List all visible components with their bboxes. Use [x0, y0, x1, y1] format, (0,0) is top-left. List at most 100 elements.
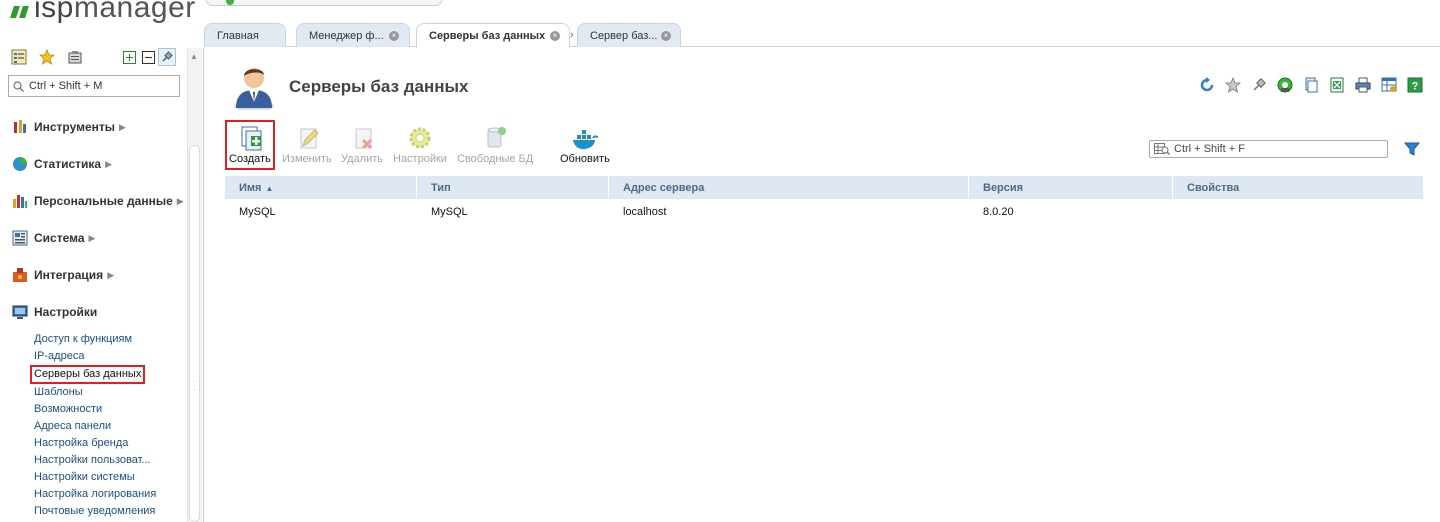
- column-header-name[interactable]: Имя ▲: [225, 176, 417, 199]
- table-row[interactable]: MySQL MySQL localhost 8.0.20: [225, 200, 1424, 224]
- close-tab-icon[interactable]: ×: [661, 31, 671, 41]
- edit-pencil-icon: [300, 128, 319, 149]
- system-icon: [12, 230, 28, 246]
- column-header-server-address[interactable]: Адрес сервера: [609, 176, 969, 199]
- chevron-right-icon: ▶: [88, 232, 96, 243]
- menu-section-label: Интеграция: [34, 268, 104, 282]
- menu-section-settings[interactable]: Настройки: [12, 303, 192, 321]
- free-db-button[interactable]: Свободные БД: [457, 122, 533, 172]
- column-label: Адрес сервера: [623, 182, 705, 194]
- submenu-item-templates[interactable]: Шаблоны: [34, 384, 192, 401]
- column-label: Имя: [239, 182, 262, 194]
- export-excel-icon[interactable]: [1328, 76, 1346, 94]
- submenu-item-brand-settings[interactable]: Настройка бренда: [34, 435, 192, 452]
- tool-label: Свободные БД: [457, 153, 534, 165]
- tab-label: Главная: [217, 30, 259, 42]
- submenu-item-database-servers[interactable]: Серверы баз данных: [30, 365, 146, 384]
- menu-section-label: Персональные данные: [34, 194, 173, 208]
- logo-mark-icon: [10, 6, 32, 18]
- menu-search-field[interactable]: [8, 75, 180, 97]
- column-header-type[interactable]: Тип: [417, 176, 609, 199]
- tool-label: Изменить: [282, 153, 332, 165]
- pin-icon[interactable]: [1250, 76, 1268, 94]
- chevron-right-icon: ▶: [119, 121, 126, 132]
- web-help-icon[interactable]: [1276, 76, 1294, 94]
- tab-database-server[interactable]: Сервер баз... ×: [577, 23, 681, 47]
- expand-all-icon[interactable]: [120, 48, 138, 66]
- panel-splitter[interactable]: [203, 48, 204, 522]
- delete-button[interactable]: Удалить: [341, 122, 383, 172]
- column-label: Тип: [431, 182, 451, 194]
- submenu-item-panel-addresses[interactable]: Адреса панели: [34, 418, 192, 435]
- table-filter-icon: [1154, 143, 1170, 155]
- chevron-right-icon: ▶: [176, 195, 184, 206]
- tab-home[interactable]: Главная: [204, 23, 286, 47]
- edit-button[interactable]: Изменить: [282, 122, 332, 172]
- status-dot-icon: [226, 0, 234, 5]
- help-question-icon[interactable]: ?: [1406, 76, 1424, 94]
- settings-submenu: Доступ к функциям IP-адреса Серверы баз …: [30, 331, 192, 520]
- column-header-version[interactable]: Версия: [969, 176, 1173, 199]
- submenu-item-features[interactable]: Возможности: [34, 401, 192, 418]
- sort-ascending-icon: ▲: [265, 184, 274, 193]
- database-icon: [487, 127, 507, 148]
- close-tab-icon[interactable]: ×: [389, 31, 399, 41]
- favorites-star-icon[interactable]: [38, 48, 56, 66]
- tab-file-manager[interactable]: Менеджер ф... ×: [296, 23, 410, 47]
- menu-section-integration[interactable]: Интеграция ▶: [12, 266, 192, 284]
- chevron-right-icon: ▶: [107, 269, 115, 280]
- page-title: Серверы баз данных: [289, 77, 469, 96]
- settings-button[interactable]: Настройки: [393, 122, 447, 172]
- refresh-button[interactable]: Обновить: [560, 122, 610, 172]
- print-icon[interactable]: [1354, 76, 1372, 94]
- chevron-right-icon: ›: [570, 29, 574, 41]
- tree-view-icon[interactable]: [10, 48, 28, 66]
- left-panel-toolbar: [10, 48, 185, 68]
- pie-chart-icon: [13, 157, 27, 171]
- table-search-field[interactable]: [1149, 140, 1388, 158]
- submenu-item-user-settings[interactable]: Настройки пользоват...: [34, 452, 192, 469]
- tab-label: Сервер баз...: [590, 30, 658, 42]
- tool-label: Обновить: [560, 153, 610, 165]
- menu-section-statistics[interactable]: Статистика ▶: [12, 155, 192, 173]
- left-scrollbar-thumb[interactable]: [189, 145, 200, 522]
- collapse-all-icon[interactable]: [139, 48, 157, 66]
- scroll-up-arrow-icon[interactable]: ▲: [190, 52, 198, 61]
- copy-icon[interactable]: [1302, 76, 1320, 94]
- menu-section-label: Статистика: [34, 157, 102, 171]
- tab-label: Менеджер ф...: [309, 30, 384, 42]
- pin-panel-icon[interactable]: [158, 48, 176, 66]
- table-search-input[interactable]: [1174, 143, 1374, 155]
- submenu-item-logging-settings[interactable]: Настройка логирования: [34, 486, 192, 503]
- refresh-icon[interactable]: [1198, 76, 1216, 94]
- isp-manager-logo[interactable]: ispmanager: [10, 0, 200, 28]
- submenu-item-function-access[interactable]: Доступ к функциям: [34, 331, 192, 348]
- menu-section-label: Система: [34, 231, 85, 245]
- column-header-properties[interactable]: Свойства: [1173, 176, 1424, 199]
- monitor-settings-icon: [12, 305, 28, 319]
- submenu-item-mail-notifications[interactable]: Почтовые уведомления: [34, 503, 192, 520]
- menu-section-personal-data[interactable]: Персональные данные ▶: [12, 192, 192, 210]
- create-button[interactable]: Создать: [225, 120, 275, 170]
- filter-funnel-icon[interactable]: [1404, 141, 1420, 157]
- panel-resize-grip-icon[interactable]: · · ·: [193, 378, 196, 394]
- chevron-right-icon: ▶: [105, 158, 112, 169]
- tab-database-servers[interactable]: Серверы баз данных ×: [416, 23, 570, 48]
- settings-gear-icon: [409, 127, 431, 149]
- create-new-icon: [241, 126, 262, 151]
- submenu-item-system-settings[interactable]: Настройки системы: [34, 469, 192, 486]
- cell-address: localhost: [623, 206, 667, 218]
- favorite-star-icon[interactable]: [1224, 76, 1242, 94]
- bar-chart-icon: [13, 195, 27, 208]
- close-tab-icon[interactable]: ×: [550, 31, 560, 41]
- menu-section-tools[interactable]: Инструменты ▶: [12, 118, 192, 136]
- search-icon: [13, 80, 24, 92]
- tool-label: Настройки: [393, 153, 447, 165]
- menu-search-input[interactable]: [29, 80, 169, 92]
- menu-section-system[interactable]: Система ▶: [12, 229, 192, 247]
- table-settings-icon[interactable]: [1380, 76, 1398, 94]
- clipboard-icon[interactable]: [66, 48, 84, 66]
- submenu-item-ip-addresses[interactable]: IP-адреса: [34, 348, 192, 365]
- column-label: Версия: [983, 182, 1024, 194]
- user-avatar-icon: [230, 62, 278, 112]
